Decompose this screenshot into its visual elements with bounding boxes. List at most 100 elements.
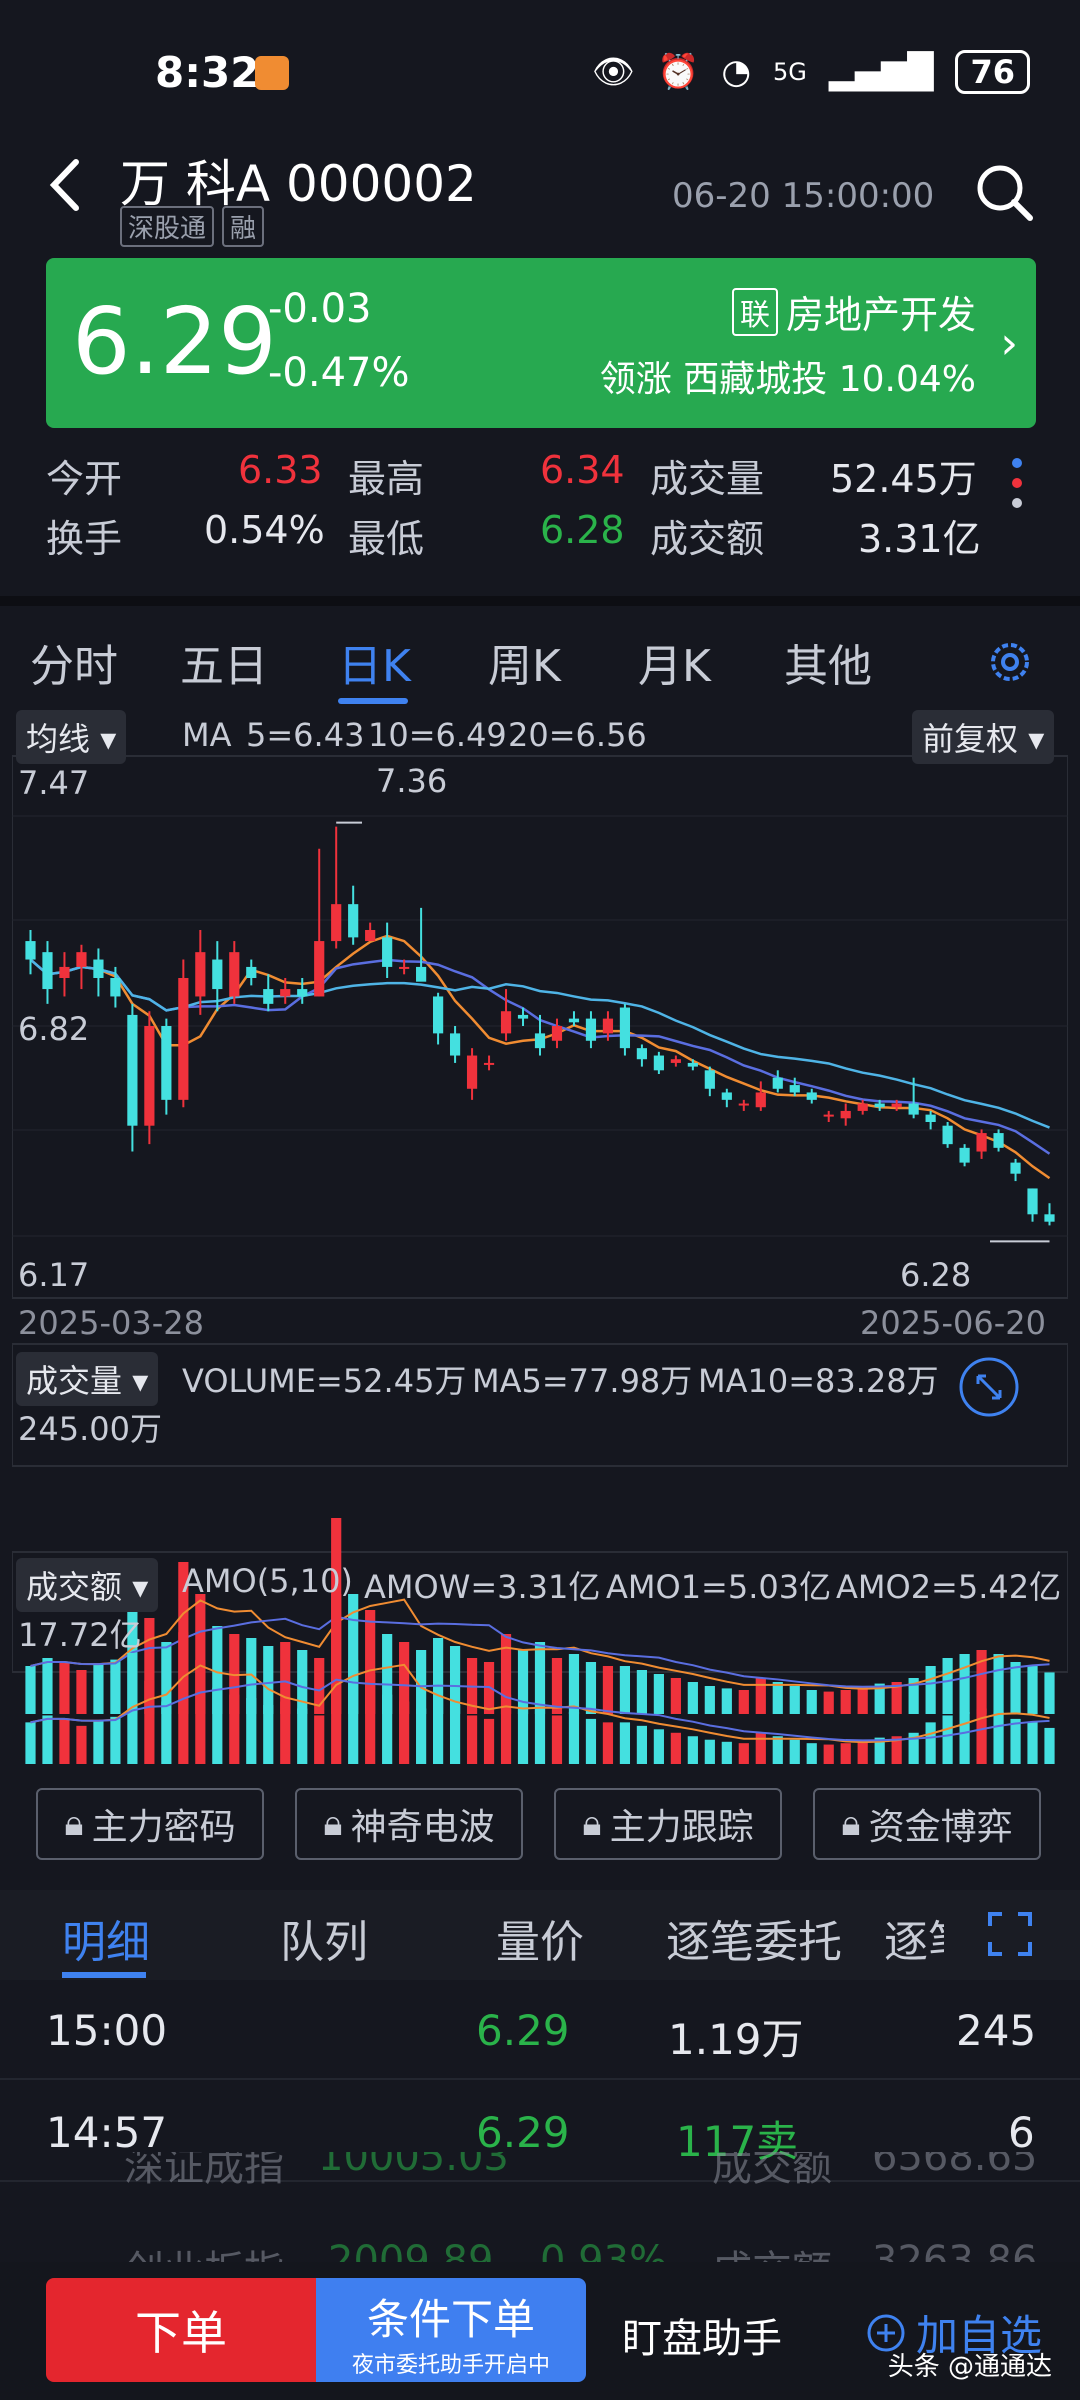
candle-body	[42, 952, 53, 990]
kline-chart-area[interactable]: 均线 ▾ MA 5=6.43 10=6.49 20=6.56 前复权 ▾ 7.4…	[12, 706, 1068, 1766]
candle-body	[144, 1026, 155, 1126]
sector-link[interactable]: 联 房地产开发	[731, 284, 976, 339]
watch-assistant-button[interactable]: 盯盘助手	[622, 2306, 782, 2364]
tab-order-by-order[interactable]: 逐笔委托	[666, 1906, 842, 1970]
volume-bar	[297, 1708, 308, 1764]
candle-body	[755, 1092, 766, 1108]
candle-body	[789, 1085, 800, 1093]
conditional-order-button[interactable]: 条件下单 夜市委托助手开启中	[316, 2278, 586, 2382]
price-change-pct: -0.47%	[268, 350, 410, 396]
period-tabs: 分时 五日 日K 周K 月K 其他	[0, 610, 1080, 706]
volume-bar	[636, 1725, 647, 1764]
trade-row: 15:00 6.29 1.19万 245	[0, 1980, 1080, 2080]
amount-dropdown[interactable]: 成交额 ▾	[16, 1558, 159, 1612]
place-order-button[interactable]: 下单	[46, 2278, 316, 2382]
tab-detail[interactable]: 明细	[62, 1906, 150, 1970]
magic-wave-button[interactable]: 🔒︎ 神奇电波	[295, 1788, 523, 1860]
tab-trade-by-trade[interactable]: 逐笔	[884, 1906, 944, 1970]
quote-stats: 今开 6.33 最高 6.34 成交量 52.45万 换手 0.54% 最低 6…	[0, 440, 1080, 580]
tab-weekly-k[interactable]: 周K	[488, 630, 561, 694]
candle-body	[551, 1026, 563, 1041]
volume-bar	[823, 1744, 834, 1764]
candle-body	[857, 1103, 868, 1111]
volume-bar	[500, 1694, 512, 1764]
volume-bar	[1044, 1672, 1055, 1714]
expand-diagonal-icon[interactable]	[958, 1356, 1020, 1418]
candle-body	[314, 941, 325, 997]
more-dots-icon[interactable]	[1012, 458, 1026, 518]
index-name: 创业板指	[124, 2238, 284, 2262]
candle-body	[280, 989, 291, 997]
volume-bar	[993, 1711, 1004, 1764]
button-label: 主力密码	[91, 1807, 236, 1848]
tab-daily-k[interactable]: 日K	[338, 630, 411, 694]
volume-bar	[806, 1690, 817, 1714]
indicator-dropdown[interactable]: 均线 ▾	[16, 710, 127, 764]
volume-bar	[823, 1691, 834, 1714]
turnover-value: 0.54%	[204, 508, 325, 552]
main-force-code-button[interactable]: 🔒︎ 主力密码	[36, 1788, 264, 1860]
volume-bar	[738, 1690, 749, 1714]
settings-gear-icon[interactable]	[984, 636, 1036, 688]
fullscreen-icon[interactable]	[986, 1910, 1034, 1958]
trade-price: 6.29	[476, 2006, 570, 2055]
tab-volume-price[interactable]: 量价	[496, 1906, 584, 1970]
candle-body	[212, 959, 223, 990]
volume-label: 成交量	[650, 457, 765, 501]
volume-bar	[959, 1654, 970, 1714]
tab-five-day[interactable]: 五日	[180, 630, 268, 694]
sector-tag: 联	[731, 287, 778, 336]
conditional-order-label: 条件下单	[366, 2295, 535, 2344]
candle-body	[195, 952, 206, 997]
volume-bar	[263, 1646, 274, 1714]
candle-body	[925, 1114, 936, 1122]
fund-game-button[interactable]: 🔒︎ 资金博弈	[813, 1788, 1041, 1860]
candle-body	[1044, 1214, 1055, 1222]
index-row: 创业板指 2009.89 0.93% 成交额 3263.86	[0, 2238, 1080, 2262]
volume-bar	[76, 1670, 87, 1714]
detail-tab-indicator	[62, 1972, 146, 1978]
main-force-track-button[interactable]: 🔒︎ 主力跟踪	[554, 1788, 782, 1860]
price-panel[interactable]: 6.29 -0.03 -0.47% 联 房地产开发 领涨 西藏城投 10.04%…	[46, 258, 1036, 428]
volume-bar	[280, 1701, 291, 1764]
tab-monthly-k[interactable]: 月K	[638, 630, 711, 694]
chevron-right-icon[interactable]: ›	[1000, 318, 1018, 369]
adjust-label: 前复权	[922, 720, 1019, 758]
open-label: 今开	[46, 457, 123, 501]
candle-body	[874, 1103, 885, 1108]
candle-body	[382, 937, 393, 967]
volume-dropdown[interactable]: 成交量 ▾	[16, 1352, 159, 1406]
lead-label: 领涨	[599, 359, 672, 400]
tab-other[interactable]: 其他	[784, 630, 872, 694]
bottom-action-bar: 下单 条件下单 夜市委托助手开启中 盯盘助手 加自选 头条 @通通达	[0, 2262, 1080, 2400]
candle-body	[449, 1033, 461, 1056]
turnover-label: 换手	[46, 517, 123, 561]
search-icon[interactable]	[972, 160, 1036, 224]
candle-body	[365, 930, 376, 942]
volume-bar	[687, 1736, 698, 1764]
trade-count: 6	[1008, 2108, 1035, 2157]
candle-body	[772, 1077, 783, 1089]
volume-bar	[1027, 1666, 1038, 1714]
volume-max: 245.00万	[18, 1410, 162, 1448]
volume-bar	[1010, 1662, 1021, 1714]
stock-header: 万 科A 000002 深股通融 06-20 15:00:00	[0, 140, 1080, 260]
volume-bar	[840, 1690, 851, 1714]
volume-bar	[1027, 1722, 1038, 1764]
volume-bar	[1044, 1727, 1055, 1764]
tab-queue[interactable]: 队列	[280, 1906, 368, 1970]
back-icon[interactable]	[40, 150, 90, 220]
candle-body	[534, 1033, 546, 1049]
play-notification-icon	[255, 56, 289, 90]
tab-intraday[interactable]: 分时	[30, 630, 118, 694]
volume-bar	[789, 1686, 800, 1714]
adjust-dropdown[interactable]: 前复权 ▾	[912, 710, 1055, 764]
volume-bar	[212, 1687, 223, 1764]
volume-bar	[483, 1718, 495, 1764]
amount-max: 17.72亿	[18, 1616, 142, 1654]
candle-body	[891, 1103, 902, 1108]
volume-bar	[738, 1743, 749, 1764]
candle-body	[59, 966, 70, 978]
volume-bar	[93, 1664, 104, 1714]
lock-icon: 🔒︎	[841, 1803, 861, 1844]
